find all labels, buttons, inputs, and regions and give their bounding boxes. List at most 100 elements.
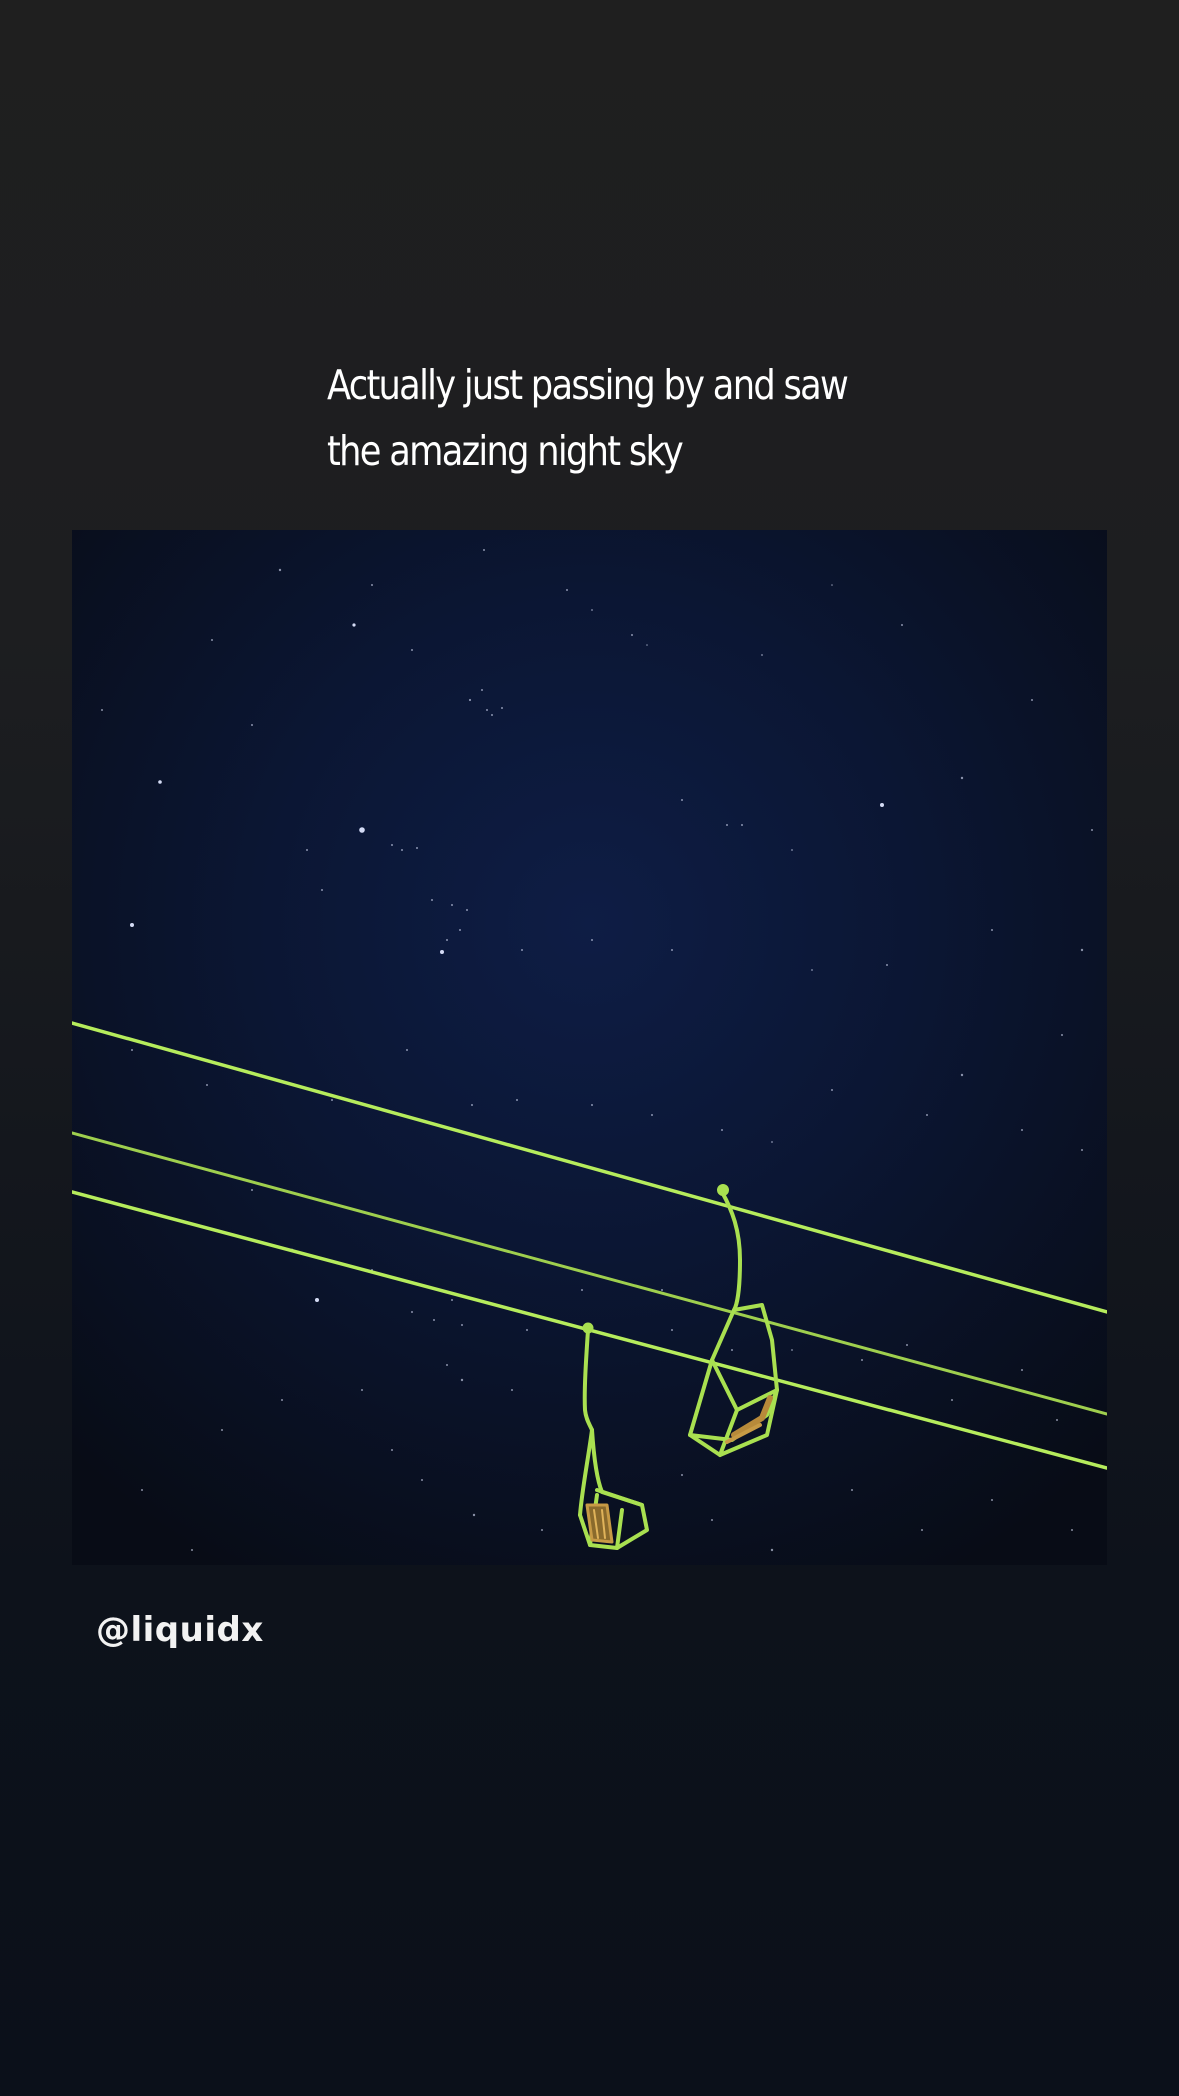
- star: [501, 707, 503, 709]
- star: [1031, 699, 1033, 701]
- star: [483, 549, 485, 551]
- star: [671, 949, 673, 951]
- star: [960, 776, 964, 780]
- star: [526, 1329, 528, 1331]
- star: [446, 1364, 448, 1366]
- star: [459, 929, 461, 931]
- star: [541, 1529, 543, 1531]
- star: [440, 950, 444, 954]
- star: [741, 824, 743, 826]
- star: [431, 899, 433, 901]
- star: [1091, 829, 1093, 831]
- star: [771, 1141, 773, 1143]
- story-caption: Actually just passing by and saw the ama…: [327, 352, 860, 484]
- star: [651, 1114, 653, 1116]
- star: [880, 803, 884, 807]
- star: [471, 1104, 473, 1106]
- star: [770, 1548, 774, 1552]
- star: [721, 1129, 723, 1131]
- star: [791, 1349, 793, 1351]
- star: [681, 799, 683, 801]
- star: [1056, 1419, 1058, 1421]
- night-sky-photo: [72, 530, 1107, 1565]
- star: [391, 1449, 393, 1451]
- star: [221, 1429, 223, 1431]
- star: [331, 1099, 333, 1101]
- star: [371, 584, 373, 586]
- caption-line-1: Actually just passing by and saw: [327, 361, 849, 409]
- star: [711, 1519, 713, 1521]
- star: [352, 623, 356, 627]
- sky-background: [72, 530, 1107, 1565]
- star: [406, 1049, 408, 1051]
- star: [581, 1289, 583, 1291]
- caption-line-2: the amazing night sky: [327, 427, 684, 475]
- star: [831, 1089, 833, 1091]
- star: [1061, 1034, 1063, 1036]
- star: [726, 824, 728, 826]
- star: [926, 1114, 928, 1116]
- star: [646, 644, 648, 646]
- star: [321, 889, 323, 891]
- username-label[interactable]: @liquidx: [96, 1606, 264, 1654]
- star: [130, 923, 134, 927]
- star: [861, 1359, 863, 1361]
- star: [361, 1389, 363, 1391]
- star: [631, 634, 633, 636]
- star: [960, 1073, 964, 1077]
- star: [451, 1299, 453, 1301]
- star: [731, 1349, 733, 1351]
- star: [811, 969, 813, 971]
- star: [671, 1329, 673, 1331]
- star: [472, 1513, 476, 1517]
- star: [761, 654, 763, 656]
- star: [486, 709, 488, 711]
- star: [661, 1289, 663, 1291]
- star: [306, 849, 308, 851]
- star: [951, 1399, 953, 1401]
- star: [566, 589, 568, 591]
- star: [591, 939, 593, 941]
- star: [466, 909, 468, 911]
- star: [131, 1049, 133, 1051]
- star: [460, 1378, 464, 1382]
- star: [433, 1319, 435, 1321]
- star: [1021, 1369, 1023, 1371]
- star: [141, 1489, 143, 1491]
- star: [1071, 1529, 1073, 1531]
- star: [411, 1311, 413, 1313]
- star: [278, 568, 282, 572]
- night-sky-image: [72, 530, 1107, 1565]
- star: [901, 624, 903, 626]
- star: [991, 929, 993, 931]
- star: [251, 1189, 253, 1191]
- star: [411, 649, 413, 651]
- star: [446, 939, 448, 941]
- star: [851, 1489, 853, 1491]
- star: [421, 1479, 423, 1481]
- star: [1080, 948, 1084, 952]
- star: [251, 724, 253, 726]
- star: [921, 1529, 923, 1531]
- star: [158, 780, 162, 784]
- star: [211, 639, 213, 641]
- star: [191, 1549, 193, 1551]
- star: [401, 849, 403, 851]
- star: [461, 1324, 463, 1326]
- star: [521, 949, 523, 951]
- star: [101, 709, 103, 711]
- star: [831, 584, 833, 586]
- star: [491, 714, 493, 716]
- star: [591, 1104, 593, 1106]
- star: [1021, 1129, 1023, 1131]
- star: [591, 609, 593, 611]
- star: [886, 964, 888, 966]
- star: [416, 847, 418, 849]
- star: [991, 1499, 993, 1501]
- star: [481, 689, 483, 691]
- star: [511, 1389, 513, 1391]
- star: [315, 1298, 319, 1302]
- star: [1081, 1149, 1083, 1151]
- star: [468, 698, 472, 702]
- star: [359, 827, 365, 833]
